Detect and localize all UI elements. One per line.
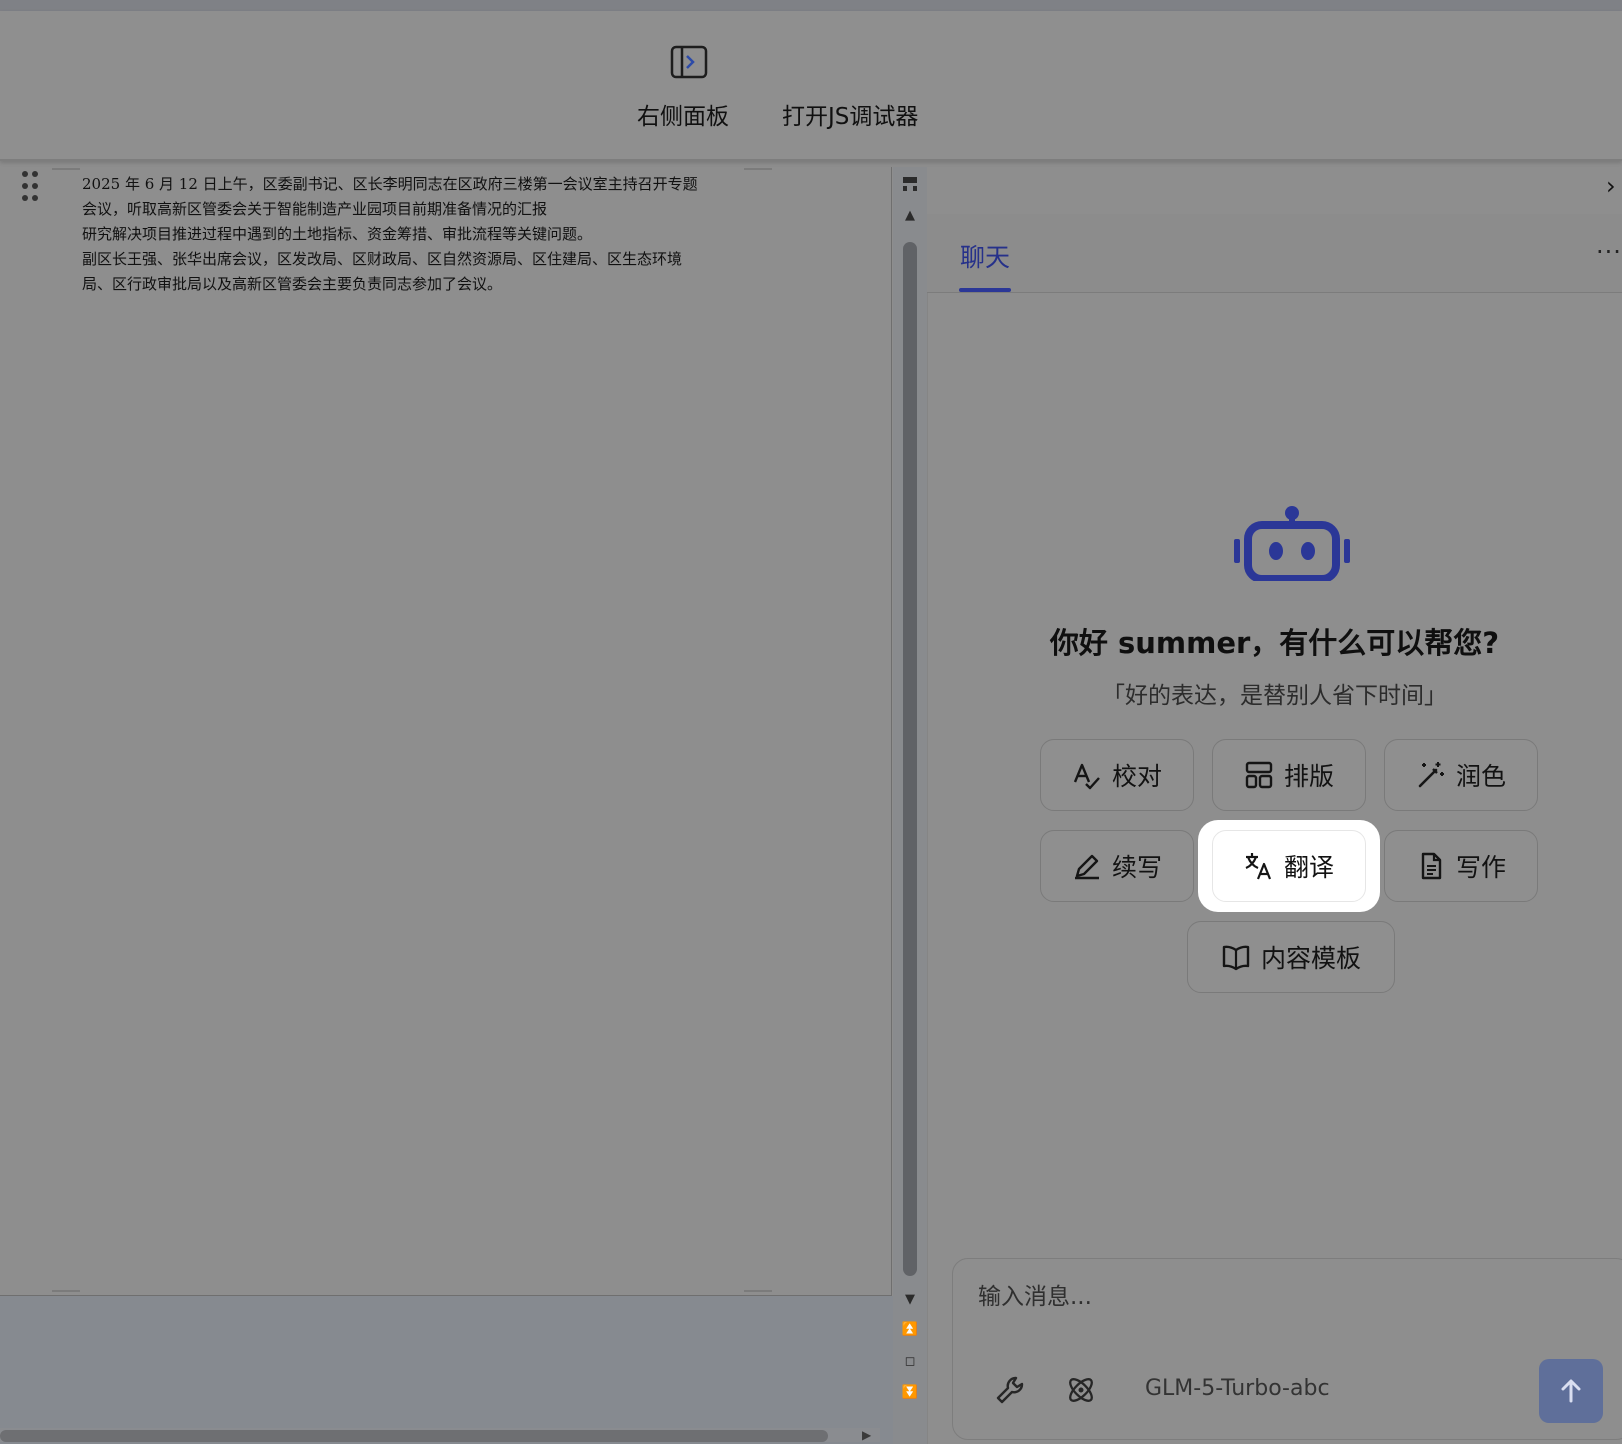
panel-right-icon[interactable] [670, 45, 708, 79]
document-line: 2025 年 6 月 12 日上午，区委副书记、区长李明同志在区政府三楼第一会议… [82, 175, 698, 193]
document-line: 局、区行政审批局以及高新区管委会主要负责同志参加了会议。 [82, 275, 503, 293]
page-corner-mark [744, 168, 772, 170]
robot-icon [1234, 506, 1350, 581]
ruler-toggle-icon[interactable] [901, 175, 919, 193]
next-page-icon[interactable]: ⏬ [900, 1385, 920, 1400]
page-corner-mark [52, 168, 80, 170]
chip-label: 续写 [1111, 853, 1162, 882]
atom-icon[interactable] [1063, 1372, 1099, 1408]
previous-page-icon[interactable]: ⏫ [900, 1322, 920, 1337]
translate-button[interactable]: 翻译 [1212, 830, 1366, 902]
model-selector[interactable]: GLM-5-Turbo-abc [1145, 1376, 1330, 1401]
chip-label: 排版 [1283, 762, 1334, 791]
chip-label: 内容模板 [1260, 944, 1361, 973]
window-top-strip [0, 0, 1622, 11]
pencil-icon [1074, 854, 1099, 880]
document-icon [1421, 852, 1442, 880]
document-line: 会议，听取高新区管委会关于智能制造产业园项目前期准备情况的汇报 [82, 200, 548, 218]
content-template-button[interactable]: 内容模板 [1187, 921, 1395, 993]
active-tab-indicator [959, 288, 1011, 292]
chip-label: 翻译 [1283, 853, 1334, 882]
drag-handle-icon[interactable] [20, 170, 40, 202]
write-button[interactable]: 写作 [1384, 830, 1538, 902]
polish-button[interactable]: 润色 [1384, 739, 1538, 811]
document-background [0, 1296, 893, 1444]
scroll-up-arrow-icon[interactable]: ▲ [900, 208, 920, 223]
translate-icon [1245, 853, 1272, 880]
greeting-heading: 你好 summer，有什么可以帮您? [1049, 626, 1500, 660]
chip-label: 写作 [1455, 853, 1506, 882]
toolbar: 右侧面板 打开JS调试器 [0, 11, 1622, 161]
tab-chat[interactable]: 聊天 [960, 238, 1010, 274]
page-corner-mark [52, 1290, 80, 1292]
panel-header [927, 167, 1622, 214]
continue-writing-button[interactable]: 续写 [1040, 830, 1194, 902]
magic-wand-icon [1418, 762, 1444, 788]
message-input[interactable] [976, 1278, 1500, 1316]
chip-label: 润色 [1455, 762, 1506, 791]
tagline-text: 「好的表达，是替别人省下时间」 [1102, 683, 1447, 709]
document-line: 研究解决项目推进过程中遇到的土地指标、资金筹措、审批流程等关键问题。 [82, 225, 593, 243]
scroll-down-arrow-icon[interactable]: ▼ [900, 1292, 920, 1307]
scroll-right-arrow-icon[interactable]: ▶ [862, 1428, 871, 1442]
select-browse-object-icon[interactable]: ◻ [900, 1354, 920, 1369]
more-options-icon[interactable]: ··· [1596, 238, 1622, 266]
chip-label: 校对 [1111, 762, 1162, 791]
document-text[interactable]: 2025 年 6 月 12 日上午，区委副书记、区长李明同志在区政府三楼第一会议… [82, 172, 762, 297]
open-js-debugger-button[interactable]: 打开JS调试器 [782, 97, 918, 131]
document-line: 副区长王强、张华出席会议，区发改局、区财政局、区自然资源局、区住建局、区生态环境 [82, 250, 683, 268]
arrow-up-icon [1561, 1379, 1581, 1403]
panel-tab-bar [927, 214, 1622, 293]
horizontal-scrollbar-thumb[interactable] [0, 1430, 828, 1442]
vertical-scrollbar-thumb[interactable] [903, 242, 917, 1276]
right-panel-button[interactable]: 右侧面板 [637, 97, 729, 131]
wrench-icon[interactable] [992, 1372, 1028, 1408]
book-icon [1222, 945, 1250, 971]
send-button[interactable] [1539, 1359, 1603, 1423]
proofread-button[interactable]: 校对 [1040, 739, 1194, 811]
spell-check-icon [1073, 763, 1100, 790]
collapse-panel-icon[interactable]: › [1606, 172, 1616, 200]
layout-icon [1245, 761, 1273, 789]
layout-button[interactable]: 排版 [1212, 739, 1366, 811]
page-corner-mark [744, 1290, 772, 1292]
document-page[interactable] [0, 167, 892, 1296]
